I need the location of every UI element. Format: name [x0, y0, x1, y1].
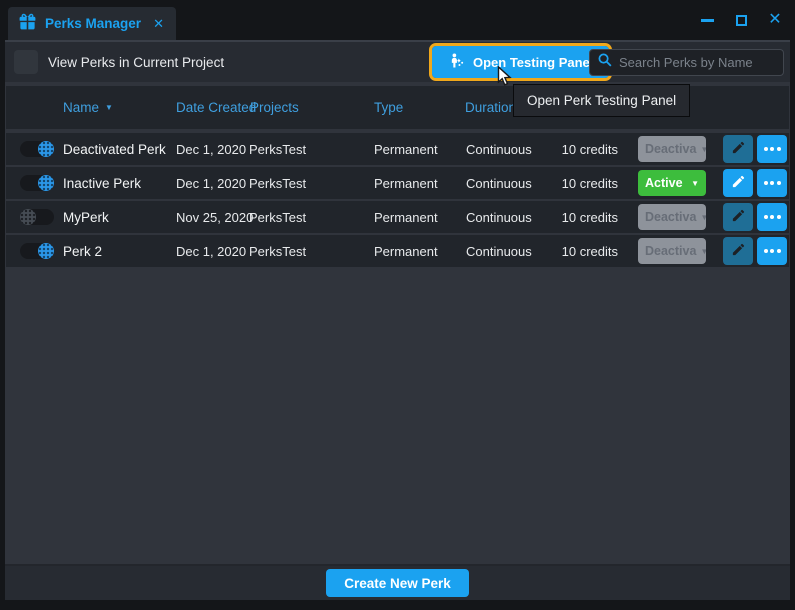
perk-live-toggle[interactable]: [20, 175, 54, 191]
more-options-button[interactable]: [757, 237, 787, 265]
column-header-name[interactable]: Name ▼: [63, 86, 113, 129]
perk-date-created: Dec 1, 2020: [176, 167, 246, 199]
table-row: Inactive Perk Dec 1, 2020 PerksTest Perm…: [6, 167, 789, 199]
pencil-icon: [731, 174, 746, 192]
open-testing-panel-label: Open Testing Panel: [473, 55, 593, 70]
search-field: [589, 49, 784, 76]
chevron-down-icon: ▼: [700, 213, 706, 222]
chevron-down-icon: ▼: [700, 247, 706, 256]
edit-perk-button[interactable]: [723, 169, 753, 197]
perk-type: Permanent: [374, 235, 438, 267]
globe-icon: [20, 209, 36, 225]
perk-name: Deactivated Perk: [63, 133, 166, 165]
ellipsis-icon: [764, 215, 781, 219]
column-label: Date Created: [176, 100, 256, 115]
more-options-button[interactable]: [757, 203, 787, 231]
column-header-type[interactable]: Type: [374, 86, 403, 129]
perk-cost: 10 credits: [526, 167, 618, 199]
ellipsis-icon: [764, 249, 781, 253]
perk-name: Inactive Perk: [63, 167, 141, 199]
perks-manager-window: Perks Manager ✕ ✕ View Perks in Current …: [0, 0, 795, 610]
sort-descending-icon: ▼: [105, 103, 113, 112]
tooltip: Open Perk Testing Panel: [513, 84, 690, 117]
perk-project: PerksTest: [249, 235, 306, 267]
perk-duration: Continuous: [466, 201, 532, 233]
status-dropdown[interactable]: Deactiva ▼: [638, 136, 706, 162]
table-row: Deactivated Perk Dec 1, 2020 PerksTest P…: [6, 133, 789, 165]
create-new-perk-button[interactable]: Create New Perk: [326, 569, 469, 597]
status-dropdown[interactable]: Deactiva ▼: [638, 238, 706, 264]
column-label: Name: [63, 100, 99, 115]
edit-perk-button[interactable]: [723, 237, 753, 265]
perk-name: MyPerk: [63, 201, 109, 233]
player-test-icon: [448, 52, 465, 72]
perk-project: PerksTest: [249, 201, 306, 233]
minimize-button[interactable]: [699, 12, 715, 28]
globe-icon: [38, 175, 54, 191]
magnifier-icon: [597, 52, 613, 73]
column-label: Type: [374, 100, 403, 115]
perk-cost: 10 credits: [526, 235, 618, 267]
column-label: Duration: [465, 100, 516, 115]
view-current-project-label: View Perks in Current Project: [48, 42, 224, 82]
ellipsis-icon: [764, 181, 781, 185]
column-header-duration[interactable]: Duration: [465, 86, 516, 129]
status-dropdown[interactable]: Active ▼: [638, 170, 706, 196]
perk-type: Permanent: [374, 201, 438, 233]
perk-live-toggle[interactable]: [20, 243, 54, 259]
perk-project: PerksTest: [249, 167, 306, 199]
edit-perk-button[interactable]: [723, 135, 753, 163]
perk-type: Permanent: [374, 167, 438, 199]
pencil-icon: [731, 140, 746, 158]
content-area: View Perks in Current Project Open Testi…: [5, 40, 790, 600]
toolbar: View Perks in Current Project Open Testi…: [5, 42, 790, 82]
tab-close-icon[interactable]: ✕: [153, 16, 164, 32]
column-label: Projects: [250, 100, 299, 115]
perk-name: Perk 2: [63, 235, 102, 267]
perk-live-toggle[interactable]: [20, 209, 54, 225]
perk-date-created: Dec 1, 2020: [176, 235, 246, 267]
chevron-down-icon: ▼: [700, 145, 706, 154]
status-label: Deactiva: [645, 244, 696, 258]
perk-duration: Continuous: [466, 167, 532, 199]
status-label: Deactiva: [645, 210, 696, 224]
tab-perks-manager[interactable]: Perks Manager ✕: [8, 7, 176, 40]
ellipsis-icon: [764, 147, 781, 151]
column-header-date-created[interactable]: Date Created: [176, 86, 256, 129]
tab-title: Perks Manager: [45, 16, 141, 31]
status-dropdown[interactable]: Deactiva ▼: [638, 204, 706, 230]
perk-live-toggle[interactable]: [20, 141, 54, 157]
chevron-down-icon: ▼: [691, 179, 699, 188]
window-close-button[interactable]: ✕: [767, 12, 783, 28]
perk-date-created: Nov 25, 2020: [176, 201, 253, 233]
perk-date-created: Dec 1, 2020: [176, 133, 246, 165]
footer-bar: Create New Perk: [5, 564, 790, 600]
table-row: MyPerk Nov 25, 2020 PerksTest Permanent …: [6, 201, 789, 233]
column-header-projects[interactable]: Projects: [250, 86, 299, 129]
perk-project: PerksTest: [249, 133, 306, 165]
globe-icon: [38, 243, 54, 259]
pencil-icon: [731, 208, 746, 226]
search-input[interactable]: [619, 55, 776, 70]
perk-cost: 10 credits: [526, 201, 618, 233]
perk-duration: Continuous: [466, 133, 532, 165]
window-controls: ✕: [699, 12, 783, 28]
more-options-button[interactable]: [757, 169, 787, 197]
edit-perk-button[interactable]: [723, 203, 753, 231]
perk-cost: 10 credits: [526, 133, 618, 165]
table-row: Perk 2 Dec 1, 2020 PerksTest Permanent C…: [6, 235, 789, 267]
status-label: Active: [645, 176, 683, 190]
open-testing-panel-button[interactable]: Open Testing Panel: [432, 46, 609, 78]
view-current-project-checkbox[interactable]: [14, 50, 38, 74]
pencil-icon: [731, 242, 746, 260]
perk-type: Permanent: [374, 133, 438, 165]
perk-duration: Continuous: [466, 235, 532, 267]
gift-icon: [18, 12, 37, 36]
status-label: Deactiva: [645, 142, 696, 156]
globe-icon: [38, 141, 54, 157]
perk-list: Deactivated Perk Dec 1, 2020 PerksTest P…: [6, 133, 789, 269]
more-options-button[interactable]: [757, 135, 787, 163]
maximize-button[interactable]: [733, 12, 749, 28]
tab-bar: Perks Manager ✕ ✕: [0, 0, 795, 40]
